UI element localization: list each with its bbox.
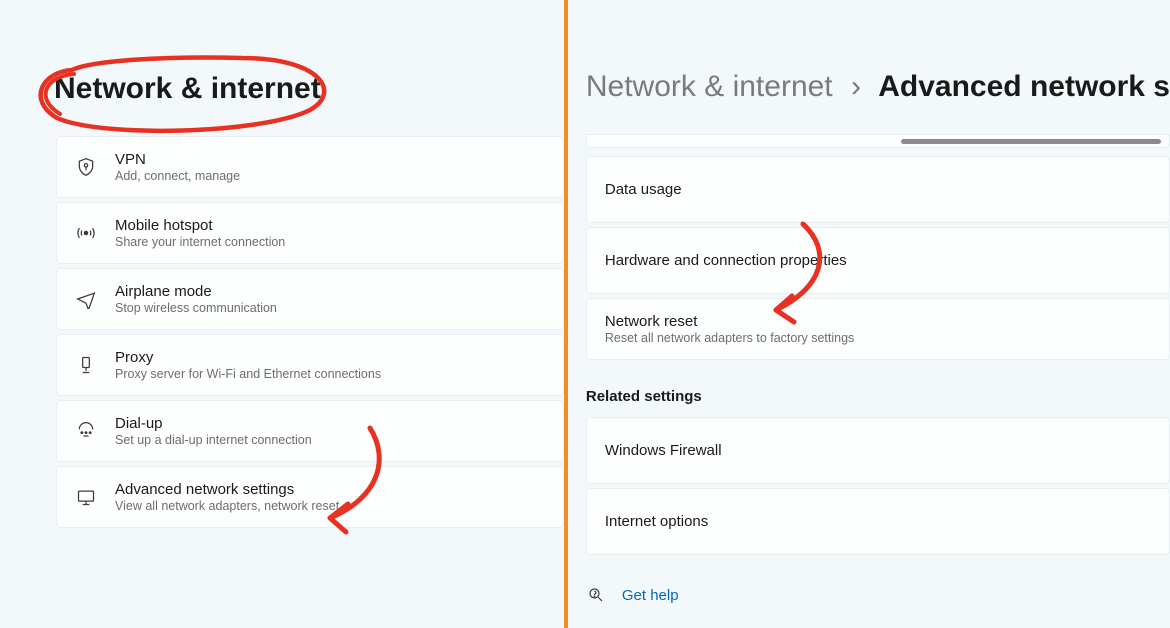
shield-key-icon [75, 156, 97, 178]
breadcrumb-separator: › [851, 70, 861, 103]
setting-title: Internet options [605, 513, 1151, 530]
setting-network-reset[interactable]: Network reset Reset all network adapters… [586, 298, 1170, 360]
setting-desc: Add, connect, manage [115, 169, 545, 183]
setting-title: Proxy [115, 349, 545, 366]
setting-title: VPN [115, 151, 545, 168]
setting-title: Dial-up [115, 415, 545, 432]
setting-dial-up[interactable]: Dial-up Set up a dial-up internet connec… [56, 400, 564, 462]
related-list: Windows Firewall Internet options [586, 417, 1170, 555]
setting-title: Data usage [605, 181, 1151, 198]
right-panel: Network & internet › Advanced network s … [568, 0, 1170, 628]
breadcrumb: Network & internet › Advanced network s [586, 70, 1170, 104]
hotspot-icon [75, 222, 97, 244]
setting-desc: Share your internet connection [115, 235, 545, 249]
setting-desc: View all network adapters, network reset [115, 499, 545, 513]
setting-desc: Set up a dial-up internet connection [115, 433, 545, 447]
breadcrumb-parent[interactable]: Network & internet [586, 70, 833, 103]
setting-title: Windows Firewall [605, 442, 1151, 459]
setting-airplane-mode[interactable]: Airplane mode Stop wireless communicatio… [56, 268, 564, 330]
get-help-link[interactable]: Get help [622, 587, 679, 604]
setting-advanced-network[interactable]: Advanced network settings View all netwo… [56, 466, 564, 528]
setting-internet-options[interactable]: Internet options [586, 488, 1170, 555]
setting-title: Airplane mode [115, 283, 545, 300]
setting-desc: Proxy server for Wi-Fi and Ethernet conn… [115, 367, 545, 381]
related-settings-heading: Related settings [586, 388, 1170, 405]
dial-up-icon [75, 420, 97, 442]
setting-title: Mobile hotspot [115, 217, 545, 234]
setting-data-usage[interactable]: Data usage [586, 156, 1170, 223]
settings-list-left: VPN Add, connect, manage Mobile hotspot … [56, 136, 564, 528]
setting-hardware-properties[interactable]: Hardware and connection properties [586, 227, 1170, 294]
setting-title: Hardware and connection properties [605, 252, 1151, 269]
setting-title: Advanced network settings [115, 481, 545, 498]
scrollbar-track[interactable] [586, 134, 1170, 148]
setting-desc: Stop wireless communication [115, 301, 545, 315]
setting-desc: Reset all network adapters to factory se… [605, 331, 1151, 345]
breadcrumb-current: Advanced network s [878, 70, 1170, 103]
airplane-icon [75, 288, 97, 310]
setting-proxy[interactable]: Proxy Proxy server for Wi-Fi and Etherne… [56, 334, 564, 396]
help-icon [586, 585, 606, 605]
settings-list-right: Data usage Hardware and connection prope… [586, 134, 1170, 360]
get-help-row[interactable]: Get help [586, 585, 1170, 605]
setting-vpn[interactable]: VPN Add, connect, manage [56, 136, 564, 198]
setting-mobile-hotspot[interactable]: Mobile hotspot Share your internet conne… [56, 202, 564, 264]
proxy-icon [75, 354, 97, 376]
setting-title: Network reset [605, 313, 1151, 330]
computer-icon [75, 486, 97, 508]
left-panel: Network & internet VPN Add, connect, man… [0, 0, 564, 628]
setting-windows-firewall[interactable]: Windows Firewall [586, 417, 1170, 484]
page-title: Network & internet [54, 72, 321, 106]
